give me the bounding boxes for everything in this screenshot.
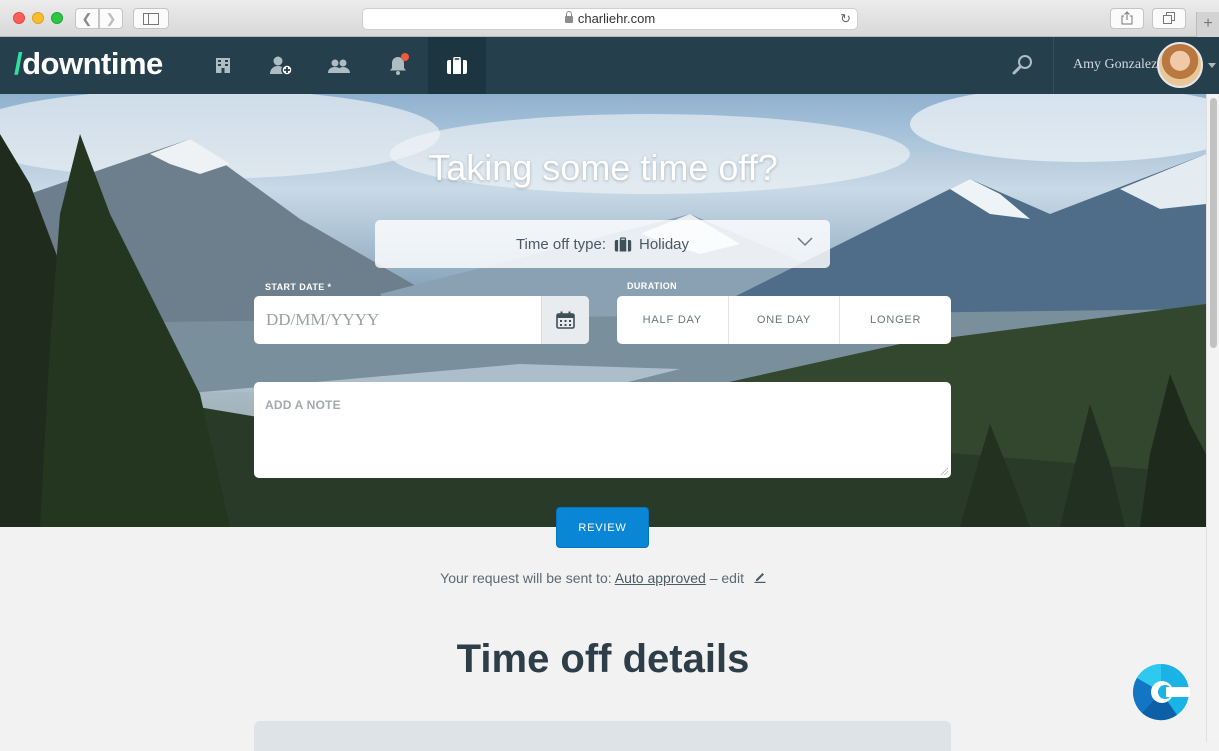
duration-one-day-option[interactable]: ONE DAY [727,296,840,344]
calendar-button[interactable] [541,296,589,344]
pencil-icon[interactable] [754,571,766,583]
tab-overview-button[interactable] [1152,8,1186,29]
nav-add-person-button[interactable] [252,37,310,94]
search-icon [1012,55,1032,75]
chevron-left-icon: ❮ [81,11,93,26]
suitcase-icon [447,57,467,74]
user-menu-caret-icon[interactable] [1208,63,1216,68]
share-button[interactable] [1110,8,1144,29]
forward-button[interactable]: ❯ [99,8,123,29]
logo-text: downtime [22,46,163,81]
url-text: charliehr.com [577,11,656,26]
page-title: Taking some time off? [428,147,778,188]
nav-notifications-button[interactable] [369,37,427,94]
time-off-type-select[interactable]: Time off type: Holiday [375,220,830,268]
duration-selector: HALF DAY ONE DAY LONGER [617,296,951,344]
calendar-icon [556,311,575,329]
logo[interactable]: /downtime [14,46,163,82]
add-person-icon [270,56,293,76]
page-scrollbar[interactable] [1206,94,1219,742]
time-off-details-heading: Time off details [456,637,750,681]
resize-handle-icon[interactable] [941,468,948,475]
recipient-prefix: Your request will be sent to: [440,570,612,586]
duration-label: DURATION [627,281,678,291]
chat-widget-button[interactable] [1132,663,1190,721]
user-name[interactable]: Amy Gonzalez [1073,57,1157,73]
tabs-icon [1162,12,1175,24]
review-button[interactable]: REVIEW [556,507,649,548]
time-off-type-label: Time off type: [515,235,606,253]
people-icon [328,59,350,73]
approver-link[interactable]: Auto approved [615,570,706,586]
nav-company-button[interactable] [194,37,252,94]
avatar[interactable] [1157,42,1203,88]
edit-link[interactable]: – edit [710,570,744,586]
zoom-window-button[interactable] [51,12,63,24]
suitcase-icon [614,236,632,251]
time-off-type-value: Holiday [639,235,690,253]
note-placeholder: ADD A NOTE [265,398,341,412]
chevron-down-icon [797,237,813,247]
lock-icon [564,11,573,23]
reload-icon[interactable]: ↻ [840,9,851,29]
share-icon [1121,11,1133,25]
address-bar[interactable]: charliehr.com ↻ [362,8,858,30]
nav-time-off-button[interactable] [428,37,486,94]
back-button[interactable]: ❮ [75,8,99,29]
minimize-window-button[interactable] [32,12,44,24]
sidebar-icon [143,13,159,25]
logo-slash: / [14,46,23,81]
sidebar-toggle-button[interactable] [133,8,169,29]
start-date-field[interactable]: DD/MM/YYYY [254,296,589,344]
new-tab-button[interactable]: + [1196,12,1219,37]
search-button[interactable] [1012,54,1034,81]
app-navbar: /downtime Amy Gonzalez [0,37,1219,94]
building-icon [216,58,230,73]
chat-logo-icon [1132,664,1190,721]
start-date-label: START DATE * [265,282,332,292]
start-date-placeholder: DD/MM/YYYY [266,310,380,329]
nav-people-button[interactable] [310,37,368,94]
plus-icon: + [1203,15,1213,32]
nav-divider [1053,37,1054,94]
chevron-right-icon: ❯ [105,11,117,26]
scrollbar-thumb[interactable] [1210,98,1217,348]
notification-badge [401,53,409,61]
request-recipient-line: Your request will be sent to: Auto appro… [0,570,1206,586]
duration-half-day-option[interactable]: HALF DAY [617,296,728,344]
close-window-button[interactable] [13,12,25,24]
browser-toolbar: ❮ ❯ charliehr.com ↻ + [0,0,1219,37]
duration-longer-option[interactable]: LONGER [839,296,951,344]
note-textarea[interactable]: ADD A NOTE [254,382,951,478]
time-off-details-panel [254,721,951,751]
